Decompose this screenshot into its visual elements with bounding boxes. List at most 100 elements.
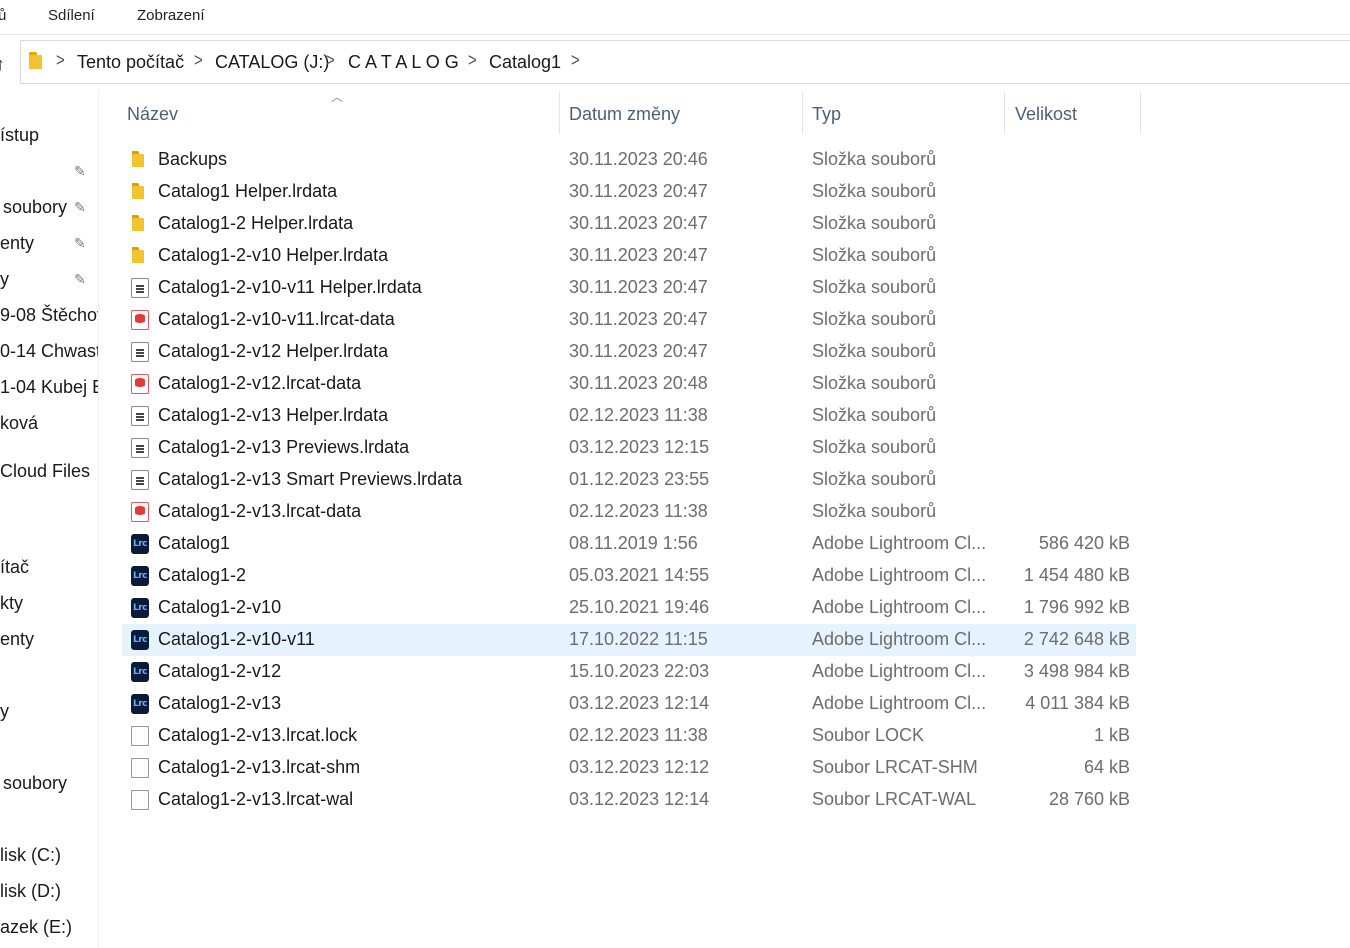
file-name: Catalog1-2-v13.lrcat-shm xyxy=(158,757,361,777)
file-row[interactable]: Catalog1-2-v13.lrcat-wal 03.12.2023 12:14… xyxy=(122,784,1136,816)
file-row[interactable]: Lrc Catalog1-2-v10 25.10.2021 19:46 Adobe L… xyxy=(122,592,1136,624)
column-divider[interactable] xyxy=(559,92,560,134)
nav-item-folder-kova[interactable]: ková xyxy=(0,413,38,434)
breadcrumb-catalog-folder[interactable]: C A T A L O G xyxy=(348,52,459,73)
lightroom-icon: Lrc xyxy=(131,598,149,618)
column-header-size[interactable]: Velikost xyxy=(1015,104,1077,125)
nav-item-folder-kubej[interactable]: 1-04 Kubej E xyxy=(0,377,98,398)
ribbon: ů Sdílení Zobrazení xyxy=(0,0,1350,35)
nav-item-folder-stechov[interactable]: 9-08 Štěchov xyxy=(0,305,98,326)
chevron-right-icon[interactable]: > xyxy=(468,50,477,71)
file-date: 30.11.2023 20:47 xyxy=(569,213,708,233)
nav-item-documents-pc[interactable]: enty xyxy=(0,629,34,650)
lightroom-icon: Lrc xyxy=(131,694,149,714)
file-type: Složka souborů xyxy=(812,213,937,233)
chevron-right-icon[interactable]: > xyxy=(326,50,335,71)
file-date: 30.11.2023 20:47 xyxy=(569,341,708,361)
file-type: Složka souborů xyxy=(812,245,937,265)
file-name: Backups xyxy=(158,149,228,169)
column-divider[interactable] xyxy=(802,92,803,134)
file-size: 4 011 384 kB xyxy=(1025,693,1130,713)
file-row[interactable]: Catalog1-2-v10-v11.lrcat-data 30.11.2023 … xyxy=(122,304,1136,336)
data-file-icon xyxy=(131,310,149,330)
file-type: Adobe Lightroom Cl... xyxy=(812,597,987,617)
nav-item-this-pc[interactable]: ítač xyxy=(0,557,29,578)
lightroom-icon: Lrc xyxy=(131,630,149,650)
breadcrumb-catalog1[interactable]: Catalog1 xyxy=(489,52,561,73)
nav-item-objects[interactable]: kty xyxy=(0,593,23,614)
file-name: Catalog1-2-v10-v11 Helper.lrdata xyxy=(158,277,422,297)
file-row[interactable]: Catalog1-2 Helper.lrdata 30.11.2023 20:47… xyxy=(122,208,1136,240)
ribbon-tab-share[interactable]: Sdílení xyxy=(48,7,95,24)
blank-file-icon xyxy=(131,790,149,810)
nav-item-disk-d[interactable]: lisk (D:) xyxy=(0,881,61,902)
file-row[interactable]: Catalog1-2-v13 Smart Previews.lrdata 01.1… xyxy=(122,464,1136,496)
file-row[interactable]: Lrc Catalog1-2-v13 03.12.2023 12:14 Adobe L… xyxy=(122,688,1136,720)
nav-item-quick-access[interactable]: ístup xyxy=(0,125,39,146)
breadcrumb-drive[interactable]: CATALOG (J:) xyxy=(215,52,329,73)
file-name: Catalog1-2-v13.lrcat-wal xyxy=(158,789,354,809)
column-header-date[interactable]: Datum změny xyxy=(569,104,680,125)
file-row[interactable]: Catalog1-2-v13.lrcat-shm 03.12.2023 12:12… xyxy=(122,752,1136,784)
pin-icon: ✎ xyxy=(74,271,86,287)
file-row[interactable]: Catalog1-2-v13 Helper.lrdata 02.12.2023 1… xyxy=(122,400,1136,432)
folder-icon xyxy=(131,246,149,266)
file-row[interactable]: Catalog1-2-v13 Previews.lrdata 03.12.2023… xyxy=(122,432,1136,464)
nav-item-documents-2[interactable]: enty xyxy=(0,233,34,254)
file-row[interactable]: Catalog1-2-v12.lrcat-data 30.11.2023 20:4… xyxy=(122,368,1136,400)
nav-item-folder-chwast[interactable]: 0-14 Chwast xyxy=(0,341,98,362)
folder-icon xyxy=(29,52,47,69)
file-row[interactable]: Lrc Catalog1-2-v12 15.10.2023 22:03 Adobe L… xyxy=(122,656,1136,688)
file-name: Catalog1-2-v12.lrcat-data xyxy=(158,373,362,393)
file-row[interactable]: Lrc Catalog1-2-v10-v11 17.10.2022 11:15 Ado… xyxy=(122,624,1136,656)
folder-icon xyxy=(131,150,149,170)
chevron-right-icon[interactable]: > xyxy=(56,50,65,71)
file-type: Adobe Lightroom Cl... xyxy=(812,693,987,713)
nav-item-drive-e[interactable]: azek (E:) xyxy=(0,917,72,938)
file-row[interactable]: Catalog1-2-v12 Helper.lrdata 30.11.2023 2… xyxy=(122,336,1136,368)
file-date: 08.11.2019 1:56 xyxy=(569,533,698,553)
nav-item-y-2[interactable]: y xyxy=(0,701,9,722)
column-header-type[interactable]: Typ xyxy=(812,104,841,125)
column-header-name[interactable]: Název xyxy=(127,104,178,125)
file-type: Soubor LOCK xyxy=(812,725,925,745)
file-row[interactable]: Lrc Catalog1-2 05.03.2021 14:55 Adobe Light… xyxy=(122,560,1136,592)
column-divider[interactable] xyxy=(1140,92,1141,134)
file-name: Catalog1-2-v12 xyxy=(158,661,282,681)
nav-item-downloads[interactable]: soubory xyxy=(3,773,67,794)
file-row[interactable]: Catalog1-2-v13.lrcat-data 02.12.2023 11:3… xyxy=(122,496,1136,528)
nav-item-y[interactable]: y xyxy=(0,269,9,290)
up-arrow-icon[interactable]: ↑ xyxy=(0,54,5,75)
column-divider[interactable] xyxy=(1004,92,1005,134)
file-type: Složka souborů xyxy=(812,437,937,457)
file-date: 05.03.2021 14:55 xyxy=(569,565,710,585)
file-type: Složka souborů xyxy=(812,405,937,425)
pin-icon: ✎ xyxy=(74,163,86,179)
sort-ascending-icon: ︿ xyxy=(331,90,344,104)
file-type: Složka souborů xyxy=(812,181,937,201)
chevron-right-icon[interactable]: > xyxy=(571,50,580,71)
nav-item-disk-c[interactable]: lisk (C:) xyxy=(0,845,61,866)
document-icon xyxy=(131,278,149,298)
ribbon-tab-view[interactable]: Zobrazení xyxy=(137,7,205,24)
ribbon-tab-share-partial[interactable]: ů xyxy=(0,7,6,24)
chevron-right-icon[interactable]: > xyxy=(194,50,203,71)
file-date: 02.12.2023 11:38 xyxy=(569,405,708,425)
file-row[interactable]: Catalog1 Helper.lrdata 30.11.2023 20:47 Sl… xyxy=(122,176,1136,208)
lightroom-icon: Lrc xyxy=(131,566,149,586)
nav-item-cloud-files[interactable]: Cloud Files xyxy=(0,461,90,482)
nav-item-documents[interactable]: soubory xyxy=(3,197,67,218)
breadcrumb-this-pc[interactable]: Tento počítač xyxy=(77,52,184,73)
file-date: 30.11.2023 20:47 xyxy=(569,245,708,265)
file-type: Soubor LRCAT-SHM xyxy=(812,757,978,777)
file-row[interactable]: Lrc Catalog1 08.11.2019 1:56 Adobe Lightroo… xyxy=(122,528,1136,560)
file-type: Složka souborů xyxy=(812,469,937,489)
file-row[interactable]: Catalog1-2-v13.lrcat.lock 02.12.2023 11:3… xyxy=(122,720,1136,752)
file-row[interactable]: Catalog1-2-v10 Helper.lrdata 30.11.2023 2… xyxy=(122,240,1136,272)
file-row[interactable]: Catalog1-2-v10-v11 Helper.lrdata 30.11.20… xyxy=(122,272,1136,304)
file-row[interactable]: Backups 30.11.2023 20:46 Složka souborů xyxy=(122,144,1136,176)
file-name: Catalog1-2-v13 Helper.lrdata xyxy=(158,405,389,425)
file-size: 28 760 kB xyxy=(1048,789,1130,809)
file-name: Catalog1-2-v10 Helper.lrdata xyxy=(158,245,389,265)
address-bar[interactable]: > Tento počítač > CATALOG (J:) > C A T A… xyxy=(20,40,1350,84)
